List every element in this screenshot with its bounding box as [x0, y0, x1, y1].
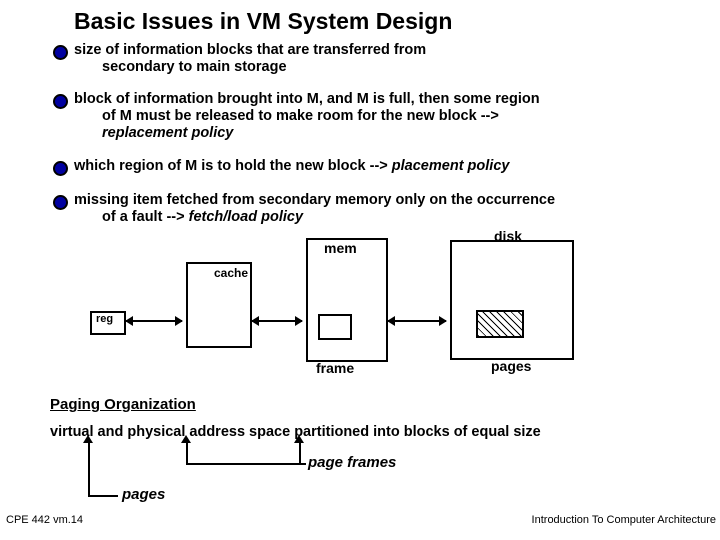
arrow-cache-mem	[252, 320, 302, 322]
page-frames-label: page frames	[308, 454, 396, 471]
bullet-icon	[53, 94, 68, 109]
bullet-text-2: block of information brought into M, and…	[74, 91, 694, 142]
arrow-reg-cache	[126, 320, 182, 322]
arrowhead-up-icon	[294, 435, 304, 443]
bullet-icon	[53, 161, 68, 176]
mem-box	[306, 238, 388, 362]
slide-title: Basic Issues in VM System Design	[74, 8, 452, 35]
elbow-seg	[186, 440, 188, 464]
paging-heading: Paging Organization	[50, 396, 196, 413]
arrowhead-up-icon	[83, 435, 93, 443]
fetch-policy-term: fetch/load policy	[189, 209, 303, 225]
bullet-line: which region of M is to hold the new blo…	[74, 158, 392, 174]
replacement-policy-term: replacement policy	[74, 125, 233, 141]
bullet-line: of a fault -->	[74, 209, 189, 225]
pages-callout-label: pages	[122, 486, 165, 503]
placement-policy-term: placement policy	[392, 158, 510, 174]
elbow-seg	[88, 440, 90, 496]
bullet-text-3: which region of M is to hold the new blo…	[74, 158, 694, 175]
disk-label: disk	[494, 228, 522, 244]
footer-left: CPE 442 vm.14	[6, 514, 83, 526]
paging-paragraph: virtual and physical address space parti…	[50, 424, 700, 440]
bullet-line: missing item fetched from secondary memo…	[74, 192, 555, 208]
pages-label: pages	[491, 358, 531, 374]
elbow-seg	[88, 495, 118, 497]
frame-box	[318, 314, 352, 340]
reg-label: reg	[96, 313, 113, 325]
bullet-line: block of information brought into M, and…	[74, 91, 540, 107]
disk-box	[450, 240, 574, 360]
footer-right: Introduction To Computer Architecture	[532, 514, 716, 526]
frame-label: frame	[316, 360, 354, 376]
mem-label: mem	[324, 240, 357, 256]
pages-hatch-box	[476, 310, 524, 338]
bullet-line: of M must be released to make room for t…	[74, 108, 499, 124]
bullet-text-1: size of information blocks that are tran…	[74, 42, 634, 76]
bullet-line: secondary to main storage	[74, 59, 287, 75]
bullet-line: size of information blocks that are tran…	[74, 42, 426, 58]
arrowhead-up-icon	[181, 435, 191, 443]
bullet-text-4: missing item fetched from secondary memo…	[74, 192, 694, 226]
cache-label: cache	[214, 266, 248, 280]
elbow-seg	[299, 440, 301, 464]
bullet-icon	[53, 45, 68, 60]
arrow-mem-disk	[388, 320, 446, 322]
elbow-seg	[186, 463, 306, 465]
bullet-icon	[53, 195, 68, 210]
